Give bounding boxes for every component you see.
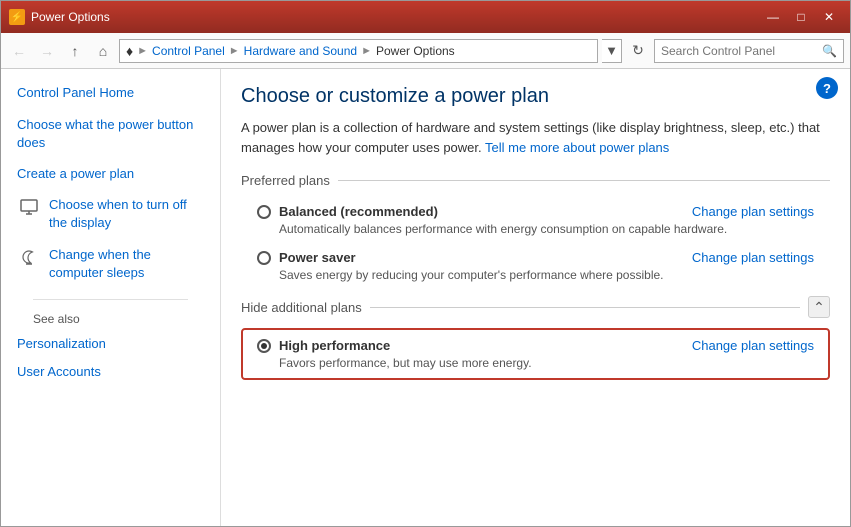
plan-power-saver-desc: Saves energy by reducing your computer's… — [257, 268, 814, 282]
refresh-button[interactable]: ↻ — [626, 39, 650, 63]
minimize-button[interactable]: — — [760, 7, 786, 27]
home-button[interactable]: ⌂ — [91, 39, 115, 63]
title-bar-controls: — □ ✕ — [760, 7, 842, 27]
plan-high-performance: High performance Change plan settings Fa… — [241, 328, 830, 380]
high-performance-change-link[interactable]: Change plan settings — [692, 338, 814, 353]
help-button[interactable]: ? — [816, 77, 838, 99]
hide-plans-label: Hide additional plans — [241, 300, 362, 315]
sidebar-divider — [33, 299, 188, 300]
page-description: A power plan is a collection of hardware… — [241, 118, 830, 157]
plan-balanced-desc: Automatically balances performance with … — [257, 222, 814, 236]
additional-plans-section: Hide additional plans ⌃ High performance… — [241, 296, 830, 380]
sidebar-item-control-panel-home[interactable]: Control Panel Home — [17, 81, 204, 105]
sleep-icon — [17, 246, 41, 270]
plan-balanced-radio[interactable] — [257, 205, 271, 219]
search-icon: 🔍 — [822, 44, 837, 58]
search-box: 🔍 — [654, 39, 844, 63]
preferred-plans-label: Preferred plans — [241, 173, 330, 188]
window: ⚡ Power Options — □ ✕ ← → ↑ ⌂ ♦ ► Contro… — [0, 0, 851, 527]
sidebar-nav: Control Panel Home Choose what the power… — [1, 81, 220, 384]
preferred-plans-line — [338, 180, 830, 181]
sidebar-item-computer-sleeps[interactable]: Change when the computer sleeps — [17, 242, 204, 286]
main-layout: Control Panel Home Choose what the power… — [1, 69, 850, 526]
preferred-plans-header: Preferred plans — [241, 173, 830, 188]
sidebar-item-user-accounts[interactable]: User Accounts — [17, 360, 204, 384]
breadcrumb-hardware-sound[interactable]: Hardware and Sound — [244, 44, 357, 58]
sidebar: Control Panel Home Choose what the power… — [1, 69, 221, 526]
plan-power-saver-name: Power saver — [279, 250, 684, 265]
back-button[interactable]: ← — [7, 39, 31, 63]
power-saver-change-link[interactable]: Change plan settings — [692, 250, 814, 265]
app-icon: ⚡ — [9, 9, 25, 25]
learn-more-link[interactable]: Tell me more about power plans — [485, 140, 669, 155]
close-button[interactable]: ✕ — [816, 7, 842, 27]
breadcrumb-control-panel[interactable]: Control Panel — [152, 44, 225, 58]
window-title: Power Options — [31, 10, 110, 24]
page-title: Choose or customize a power plan — [241, 85, 830, 108]
plan-power-saver-row: Power saver Change plan settings — [257, 250, 814, 265]
monitor-icon — [17, 196, 41, 220]
plan-power-saver-radio[interactable] — [257, 251, 271, 265]
search-input[interactable] — [661, 44, 818, 58]
breadcrumb-icon: ♦ — [126, 43, 133, 59]
plan-high-performance-desc: Favors performance, but may use more ene… — [257, 356, 814, 370]
path-dropdown[interactable]: ▼ — [602, 39, 622, 63]
plan-high-performance-radio[interactable] — [257, 339, 271, 353]
plan-balanced-row: Balanced (recommended) Change plan setti… — [257, 204, 814, 219]
plan-balanced: Balanced (recommended) Change plan setti… — [241, 198, 830, 242]
plan-high-performance-name: High performance — [279, 338, 684, 353]
balanced-change-link[interactable]: Change plan settings — [692, 204, 814, 219]
sidebar-item-power-button[interactable]: Choose what the power button does — [17, 113, 204, 155]
title-bar: ⚡ Power Options — □ ✕ — [1, 1, 850, 33]
sidebar-label-turn-off-display: Choose when to turn off the display — [49, 196, 204, 232]
additional-plans-line — [370, 307, 800, 308]
up-button[interactable]: ↑ — [63, 39, 87, 63]
content-area: ? Choose or customize a power plan A pow… — [221, 69, 850, 526]
maximize-button[interactable]: □ — [788, 7, 814, 27]
sidebar-item-personalization[interactable]: Personalization — [17, 332, 204, 356]
address-path: ♦ ► Control Panel ► Hardware and Sound ►… — [119, 39, 598, 63]
sidebar-item-create-plan[interactable]: Create a power plan — [17, 162, 204, 186]
additional-plans-header: Hide additional plans ⌃ — [241, 296, 830, 318]
sidebar-label-computer-sleeps: Change when the computer sleeps — [49, 246, 204, 282]
toggle-additional-plans[interactable]: ⌃ — [808, 296, 830, 318]
plan-high-performance-row: High performance Change plan settings — [257, 338, 814, 353]
plan-power-saver: Power saver Change plan settings Saves e… — [241, 244, 830, 288]
forward-button[interactable]: → — [35, 39, 59, 63]
address-bar: ← → ↑ ⌂ ♦ ► Control Panel ► Hardware and… — [1, 33, 850, 69]
sidebar-item-turn-off-display[interactable]: Choose when to turn off the display — [17, 192, 204, 236]
breadcrumb-power-options: Power Options — [376, 44, 455, 58]
preferred-plans-section: Preferred plans Balanced (recommended) C… — [241, 173, 830, 288]
see-also-title: See also — [17, 312, 204, 332]
title-bar-left: ⚡ Power Options — [9, 9, 110, 25]
plan-balanced-name: Balanced (recommended) — [279, 204, 684, 219]
